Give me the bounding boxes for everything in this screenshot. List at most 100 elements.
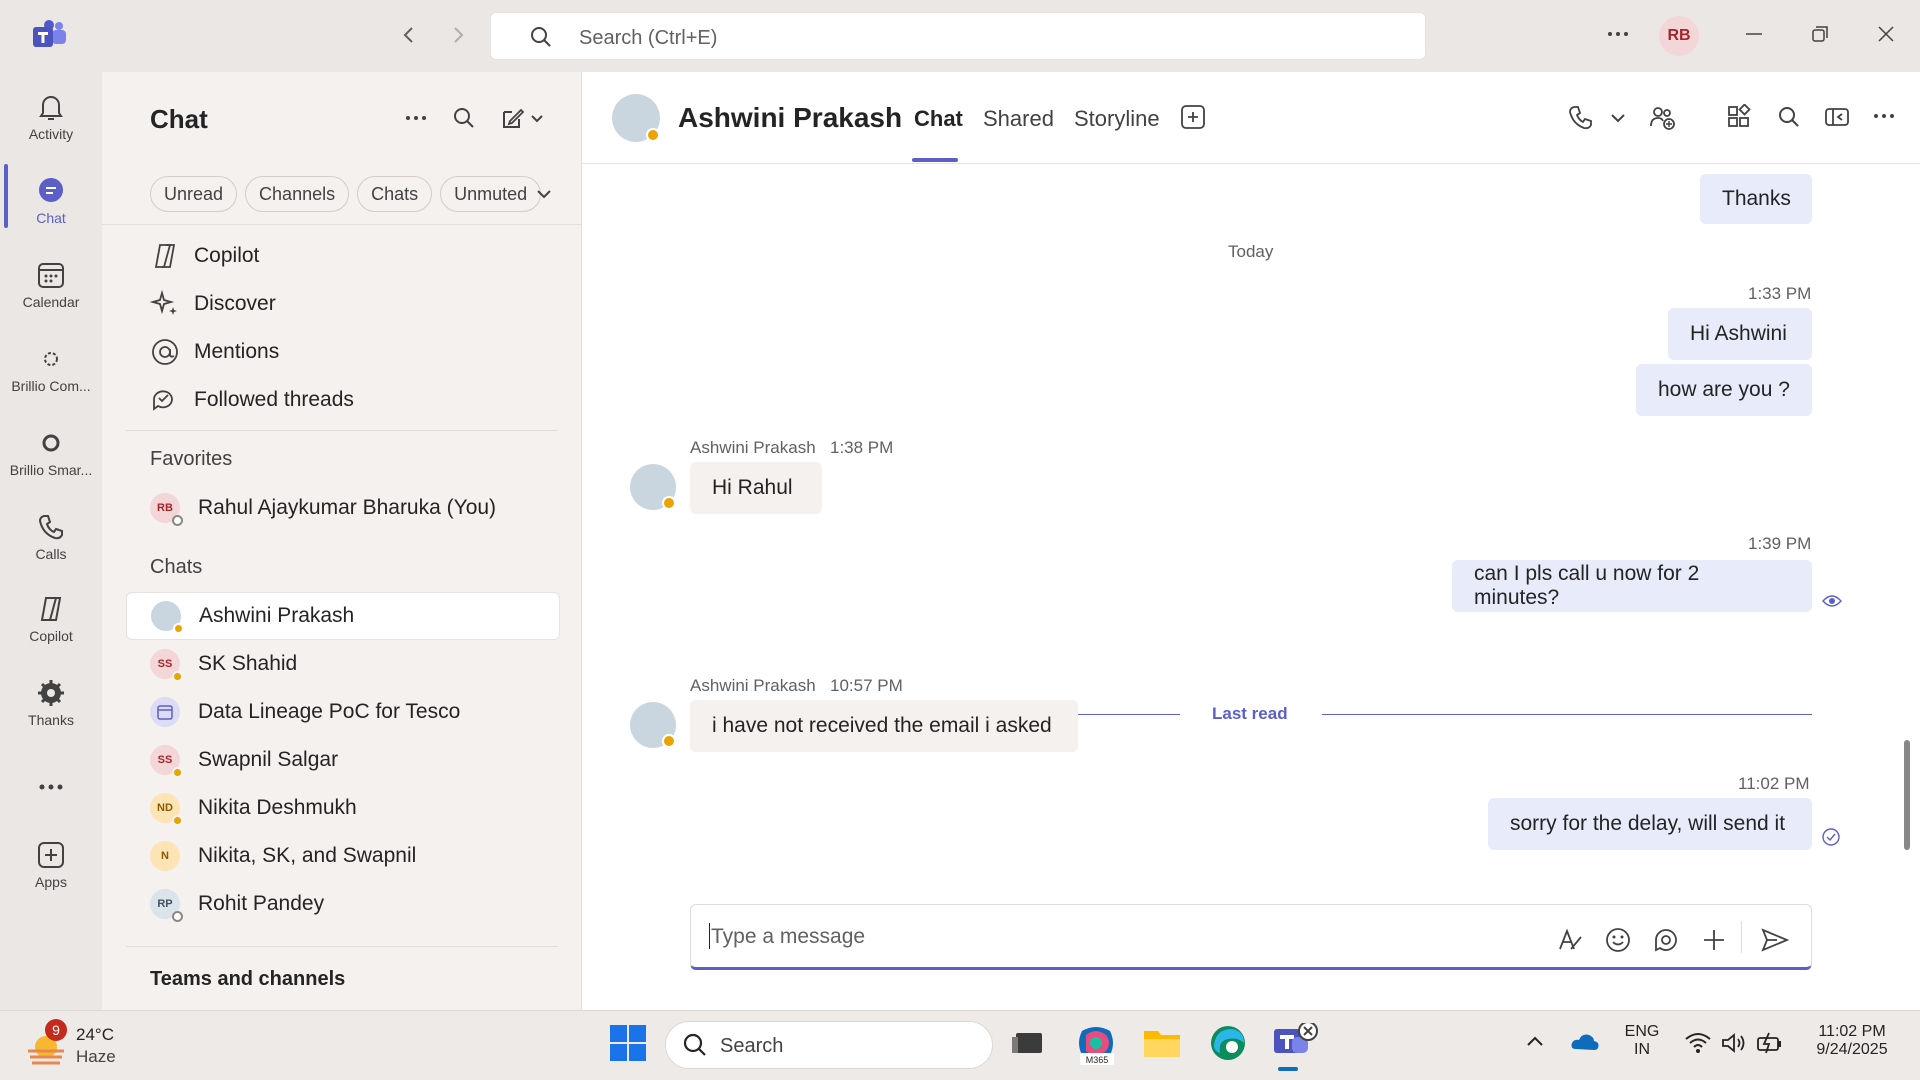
emoji-icon[interactable] <box>1605 927 1631 953</box>
restore-icon[interactable] <box>1810 24 1830 44</box>
lang-indicator[interactable]: ENG IN <box>1622 1023 1662 1059</box>
search-icon[interactable] <box>1776 104 1802 130</box>
nav-copilot[interactable]: Copilot <box>150 236 259 276</box>
message-time: 1:38 PM <box>830 438 894 457</box>
favorites-header[interactable]: Favorites <box>150 448 232 471</box>
file-explorer-icon[interactable] <box>1142 1023 1182 1063</box>
profile-avatar[interactable]: RB <box>1659 16 1699 56</box>
rail-label: Apps <box>35 874 67 890</box>
rail-brillio-com[interactable]: Brillio Com... <box>0 334 102 414</box>
rail-label: Activity <box>28 126 74 142</box>
message-bubble[interactable]: Hi Ashwini <box>1668 308 1812 360</box>
avatar: SS <box>150 745 183 778</box>
chat-item[interactable]: ND Nikita Deshmukh <box>126 784 560 832</box>
avatar[interactable] <box>612 94 660 142</box>
back-icon[interactable] <box>398 24 420 46</box>
rail-label: Brillio Com... <box>11 378 91 394</box>
m365-icon[interactable]: M365 <box>1074 1023 1120 1065</box>
more-options-icon[interactable] <box>404 106 428 130</box>
pop-out-icon[interactable] <box>1824 104 1850 130</box>
search-input[interactable]: Search (Ctrl+E) <box>490 12 1426 60</box>
onedrive-icon[interactable] <box>1570 1031 1600 1055</box>
rail-apps[interactable]: Apps <box>0 830 102 910</box>
edge-icon[interactable] <box>1208 1023 1248 1063</box>
minimize-icon[interactable] <box>1744 24 1764 44</box>
clock[interactable]: 11:02 PM 9/24/2025 <box>1804 1023 1900 1059</box>
bell-icon <box>39 96 63 120</box>
task-view-icon[interactable] <box>1008 1023 1048 1063</box>
avatar: ND <box>150 793 183 826</box>
more-options-icon[interactable] <box>1872 104 1896 128</box>
message-bubble[interactable]: sorry for the delay, will send it <box>1488 798 1812 850</box>
nav-discover[interactable]: Discover <box>150 284 276 324</box>
add-icon[interactable] <box>1701 927 1727 953</box>
scrollbar[interactable] <box>1904 740 1910 850</box>
tab-shared[interactable]: Shared <box>983 106 1054 132</box>
chevron-down-icon[interactable] <box>1608 108 1628 128</box>
rail-brillio-smart[interactable]: Brillio Smar... <box>0 418 102 498</box>
nav-mentions[interactable]: Mentions <box>150 332 279 372</box>
pane-title: Chat <box>150 104 208 134</box>
rail-more[interactable] <box>0 762 102 802</box>
filter-channels[interactable]: Channels <box>245 176 350 212</box>
chat-item[interactable]: SS Swapnil Salgar <box>126 736 560 784</box>
teams-taskbar-icon[interactable] <box>1272 1023 1322 1071</box>
taskbar-search[interactable]: Search <box>665 1021 993 1069</box>
forward-icon[interactable] <box>447 24 469 46</box>
volume-icon[interactable] <box>1720 1031 1748 1057</box>
search-icon[interactable] <box>452 106 476 130</box>
rail-copilot[interactable]: Copilot <box>0 584 102 664</box>
teams-channels-header[interactable]: Teams and channels <box>150 968 345 991</box>
more-icon <box>39 784 63 790</box>
copilot-icon <box>154 244 176 268</box>
call-icon[interactable] <box>1568 104 1594 130</box>
message-bubble[interactable]: i have not received the email i asked <box>690 700 1078 752</box>
format-icon[interactable] <box>1557 927 1583 953</box>
avatar <box>630 464 676 510</box>
rail-activity[interactable]: Activity <box>0 82 102 162</box>
filter-unmuted[interactable]: Unmuted <box>440 176 542 212</box>
chat-item-selected[interactable]: Ashwini Prakash <box>126 592 560 640</box>
windows-taskbar: 9 24°C Haze Search M365 ENG IN 11:02 PM 9/… <box>0 1010 1920 1080</box>
message-bubble[interactable]: Hi Rahul <box>690 462 822 514</box>
message-bubble[interactable]: can I pls call u now for 2 minutes? <box>1452 560 1812 612</box>
tab-chat[interactable]: Chat <box>914 106 963 132</box>
nav-followed-threads[interactable]: Followed threads <box>150 380 354 420</box>
chat-name: Rahul Ajaykumar Bharuka (You) <box>198 496 497 519</box>
windows-start-icon[interactable] <box>608 1023 648 1063</box>
chat-item[interactable]: N Nikita, SK, and Swapnil <box>126 832 560 880</box>
send-icon[interactable] <box>1761 927 1789 953</box>
apps-icon[interactable] <box>1726 104 1752 130</box>
message-bubble[interactable]: how are you ? <box>1636 364 1812 416</box>
chat-item[interactable]: RB Rahul Ajaykumar Bharuka (You) <box>126 484 560 532</box>
more-options-icon[interactable] <box>1606 22 1630 46</box>
filter-chats[interactable]: Chats <box>357 176 433 212</box>
add-tab-icon[interactable] <box>1180 104 1206 130</box>
add-people-icon[interactable] <box>1648 104 1676 132</box>
filter-unread[interactable]: Unread <box>150 176 238 212</box>
chevron-down-icon[interactable] <box>534 184 554 204</box>
loop-icon[interactable] <box>1653 927 1679 953</box>
chat-item[interactable]: SS SK Shahid <box>126 640 560 688</box>
app-rail: Activity Chat Calendar Brillio Com... Br… <box>0 72 102 1010</box>
message-time: 1:33 PM <box>1748 284 1812 303</box>
battery-icon[interactable] <box>1756 1031 1784 1057</box>
rail-thanks[interactable]: Thanks <box>0 668 102 748</box>
rail-calls[interactable]: Calls <box>0 502 102 582</box>
wifi-icon[interactable] <box>1684 1031 1712 1057</box>
message-bubble[interactable]: Thanks <box>1700 174 1812 224</box>
chevron-up-icon[interactable] <box>1522 1029 1548 1055</box>
tab-storyline[interactable]: Storyline <box>1074 106 1160 132</box>
chats-header[interactable]: Chats <box>150 556 202 579</box>
chat-item[interactable]: RP Rohit Pandey <box>126 880 560 928</box>
composer-placeholder: Type a message <box>711 925 866 948</box>
close-icon[interactable] <box>1876 24 1896 44</box>
message-composer[interactable]: Type a message <box>690 904 1812 970</box>
new-chat-icon[interactable] <box>500 106 548 130</box>
weather-widget[interactable]: 9 24°C Haze <box>26 1019 156 1069</box>
title-bar: Search (Ctrl+E) RB <box>0 0 1920 72</box>
weather-desc: Haze <box>76 1047 116 1066</box>
rail-chat[interactable]: Chat <box>0 166 102 246</box>
rail-calendar[interactable]: Calendar <box>0 250 102 330</box>
chat-item[interactable]: Data Lineage PoC for Tesco <box>126 688 560 736</box>
